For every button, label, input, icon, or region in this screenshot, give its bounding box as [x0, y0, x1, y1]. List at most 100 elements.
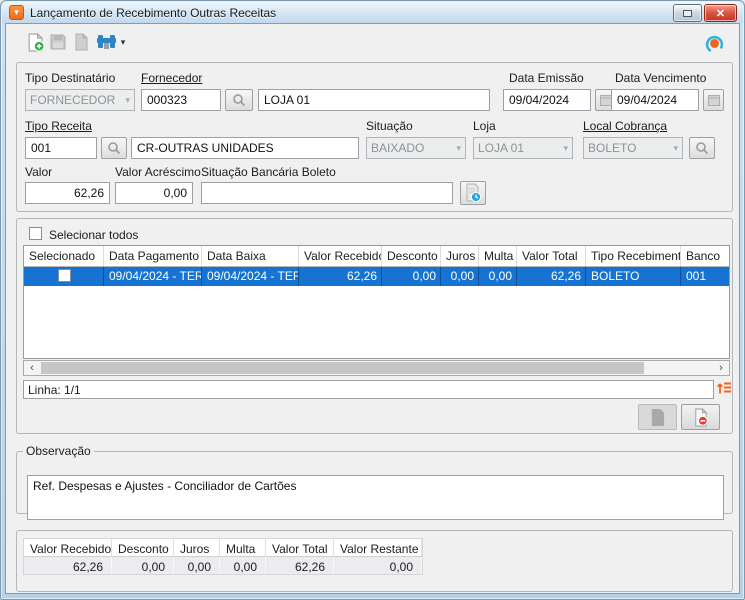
copy-icon: [72, 33, 90, 51]
close-button[interactable]: ✕: [704, 4, 737, 22]
row-checkbox[interactable]: [58, 269, 71, 282]
tipo-receita-name-input[interactable]: [131, 137, 359, 159]
valor-acrescimo-input[interactable]: [115, 182, 193, 204]
grid-header-data-baixa[interactable]: Data Baixa: [202, 246, 299, 266]
grid-header-desconto[interactable]: Desconto: [382, 246, 441, 266]
chevron-down-icon: ▾: [121, 37, 126, 48]
local-cobranca-select: BOLETO▾: [583, 137, 683, 159]
client-area: ▾ Tipo Destinatário FORNECEDOR▾ Forneced…: [5, 23, 740, 594]
tipo-receita-search-button: [101, 137, 127, 159]
grid-status-field: Linha: 1/1: [23, 380, 714, 399]
observacao-label: Observação: [23, 444, 94, 458]
tipo-receita-code-input[interactable]: [25, 137, 97, 159]
total-valor-total-label: Valor Total: [266, 539, 334, 557]
cell-data-pagamento: 09/04/2024 - TER: [104, 267, 202, 286]
local-cobranca-label[interactable]: Local Cobrança: [583, 119, 667, 133]
search-icon: [695, 141, 709, 155]
titlebar: ▾ Lançamento de Recebimento Outras Recei…: [2, 2, 743, 23]
cell-banco: 001: [681, 267, 729, 286]
valor-label: Valor: [25, 165, 52, 179]
select-all-label: Selecionar todos: [49, 228, 138, 242]
total-desconto-value: 0,00: [112, 557, 174, 574]
close-icon: ✕: [716, 7, 725, 20]
boleto-status-icon: [463, 183, 483, 203]
search-icon: [107, 141, 121, 155]
document-icon: [649, 408, 666, 427]
situacao-label: Situação: [366, 119, 413, 133]
total-multa-label: Multa: [220, 539, 266, 557]
exit-button[interactable]: [703, 33, 725, 55]
restore-icon: [683, 10, 692, 17]
tipo-receita-label[interactable]: Tipo Receita: [25, 119, 92, 133]
cell-juros: 0,00: [441, 267, 479, 286]
calendar-icon: [600, 94, 612, 106]
app-window: ▾ Lançamento de Recebimento Outras Recei…: [0, 0, 745, 600]
receipts-grid: Selecionado Data Pagamento Data Baixa Va…: [23, 245, 730, 359]
chevron-down-icon: ▾: [125, 95, 130, 106]
local-cobranca-search-button: [689, 137, 715, 159]
cell-multa: 0,00: [479, 267, 517, 286]
situacao-bancaria-label: Situação Bancária Boleto: [201, 165, 336, 179]
row-order-button[interactable]: [716, 379, 732, 399]
situacao-bancaria-input[interactable]: [201, 182, 453, 204]
situacao-select: BAIXADO▾: [366, 137, 466, 159]
tipo-destinatario-select: FORNECEDOR▾: [25, 89, 135, 111]
observacao-textarea[interactable]: Ref. Despesas e Ajustes - Conciliador de…: [27, 475, 724, 520]
loja-label: Loja: [473, 119, 496, 133]
total-multa-value: 0,00: [220, 557, 266, 574]
cell-data-baixa: 09/04/2024 - TER: [202, 267, 299, 286]
fornecedor-label[interactable]: Fornecedor: [141, 71, 202, 85]
app-icon: ▾: [9, 5, 24, 20]
valor-input[interactable]: [25, 182, 110, 204]
data-emissao-input[interactable]: [503, 89, 591, 111]
grid-header-valor-total[interactable]: Valor Total: [517, 246, 586, 266]
cell-desconto: 0,00: [382, 267, 441, 286]
receipts-grid-panel: Selecionar todos Selecionado Data Pagame…: [16, 218, 733, 434]
print-icon: [96, 33, 117, 51]
loja-select: LOJA 01▾: [473, 137, 573, 159]
grid-header-multa[interactable]: Multa: [479, 246, 517, 266]
valor-acrescimo-label: Valor Acréscimo: [115, 165, 201, 179]
boleto-status-button[interactable]: [460, 181, 486, 205]
grid-header-row: Selecionado Data Pagamento Data Baixa Va…: [24, 246, 729, 267]
chevron-down-icon: ▾: [456, 143, 461, 154]
total-valor-recebido-value: 62,26: [24, 557, 112, 574]
totals-value-row: 62,26 0,00 0,00 0,00 62,26 0,00: [24, 557, 422, 574]
scrollbar-thumb[interactable]: [41, 362, 644, 374]
grid-header-tipo-recebimento[interactable]: Tipo Recebimento: [586, 246, 681, 266]
grid-header-banco[interactable]: Banco: [681, 246, 729, 266]
fornecedor-name-input[interactable]: [258, 89, 490, 111]
tipo-destinatario-label: Tipo Destinatário: [25, 71, 115, 85]
grid-header-selecionado[interactable]: Selecionado: [24, 246, 104, 266]
cell-valor-total: 62,26: [517, 267, 586, 286]
exit-icon: [705, 35, 724, 54]
data-vencimento-input[interactable]: [611, 89, 699, 111]
calendar-icon: [708, 94, 720, 106]
scroll-right-icon[interactable]: ›: [713, 361, 729, 375]
document-button: [638, 404, 677, 430]
new-record-icon: [26, 33, 45, 52]
total-valor-recebido-label: Valor Recebido: [24, 539, 112, 557]
grid-header-data-pagamento[interactable]: Data Pagamento: [104, 246, 202, 266]
chevron-down-icon: ▾: [563, 143, 568, 154]
grid-horizontal-scrollbar[interactable]: ‹ ›: [23, 360, 730, 376]
remove-row-button[interactable]: [681, 404, 720, 430]
fornecedor-search-button: [225, 89, 253, 111]
total-valor-restante-label: Valor Restante: [334, 539, 422, 557]
grid-header-valor-recebido[interactable]: Valor Recebido: [299, 246, 382, 266]
restore-button[interactable]: [673, 4, 702, 22]
data-vencimento-label: Data Vencimento: [615, 71, 706, 85]
save-button: [47, 31, 69, 53]
select-all-checkbox[interactable]: [29, 227, 42, 240]
cell-tipo-recebimento: BOLETO: [586, 267, 681, 286]
grid-header-juros[interactable]: Juros: [441, 246, 479, 266]
row-order-icon: [716, 379, 732, 396]
new-record-button[interactable]: [24, 31, 46, 53]
print-menu-button[interactable]: ▾: [117, 31, 129, 53]
scroll-left-icon[interactable]: ‹: [24, 361, 40, 375]
print-button[interactable]: [95, 31, 117, 53]
window-title: Lançamento de Recebimento Outras Receita…: [30, 6, 276, 20]
table-row[interactable]: 09/04/2024 - TER 09/04/2024 - TER 62,26 …: [24, 267, 729, 286]
search-icon: [232, 93, 246, 107]
fornecedor-code-input[interactable]: [141, 89, 221, 111]
